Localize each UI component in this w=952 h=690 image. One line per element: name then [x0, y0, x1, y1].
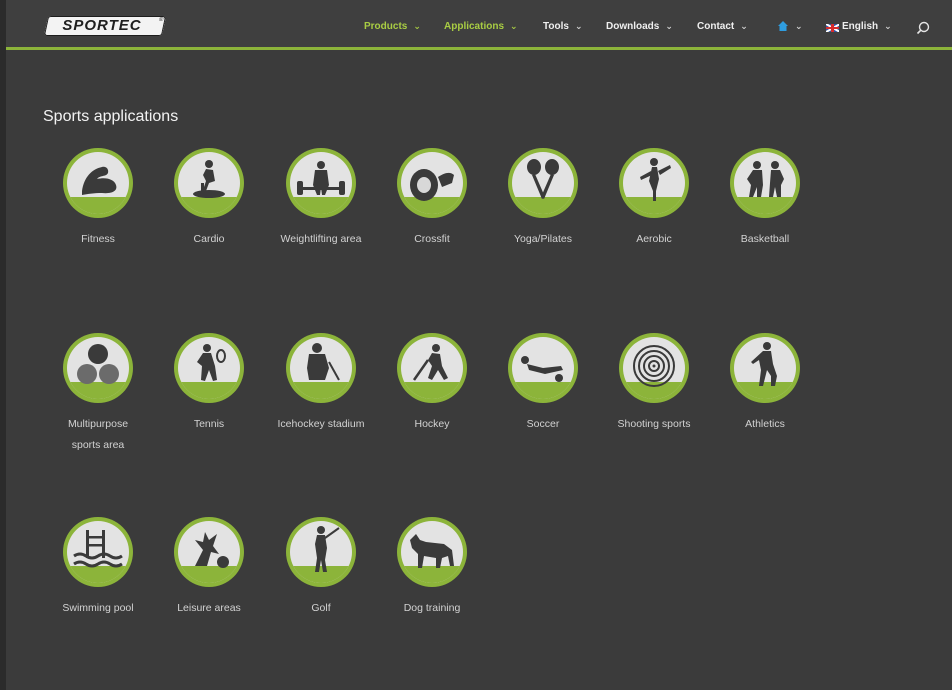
multipurpose-icon[interactable] [62, 332, 134, 404]
application-label: Multipurpose sports area [67, 418, 129, 451]
nav-applications[interactable]: Applications ⌄ [444, 21, 518, 35]
nav-applications-label: Applications [444, 21, 505, 32]
application-label: Icehockey stadium [277, 418, 365, 430]
chevron-down-icon: ⌄ [795, 21, 803, 31]
sportec-logo[interactable]: SPORTEC ® [43, 16, 167, 36]
nav-downloads[interactable]: Downloads ⌄ [606, 21, 673, 35]
application-label: Basketball [740, 233, 790, 245]
soccer-icon[interactable] [507, 332, 579, 404]
logo-mark: ® [158, 17, 164, 23]
fitness-icon[interactable] [62, 147, 134, 219]
application-label: Fitness [81, 233, 115, 245]
aerobic-icon[interactable] [618, 147, 690, 219]
hockey-icon[interactable] [396, 332, 468, 404]
page: SPORTEC ® Products ⌄ Applications ⌄ Tools ⌄… [6, 0, 952, 690]
chevron-down-icon: ⌄ [665, 21, 673, 31]
basketball-icon[interactable] [729, 147, 801, 219]
application-label: Yoga/Pilates [514, 233, 572, 245]
application-label: Shooting sports [617, 418, 691, 430]
chevron-down-icon: ⌄ [574, 21, 583, 31]
nav-tools-label: Tools [543, 21, 569, 32]
application-label: Weightlifting area [280, 233, 362, 245]
application-label: Hockey [414, 418, 450, 430]
application-label: Dog training [403, 602, 461, 614]
dog-training-icon[interactable] [396, 516, 468, 588]
shooting-icon[interactable] [618, 332, 690, 404]
nav-contact-label: Contact [697, 21, 735, 32]
weightlifting-icon[interactable] [285, 147, 357, 219]
application-label: Athletics [745, 418, 785, 430]
home-icon[interactable] [777, 20, 789, 32]
icehockey-icon[interactable] [285, 332, 357, 404]
top-navigation: SPORTEC ® Products ⌄ Applications ⌄ Tools ⌄… [6, 0, 952, 50]
chevron-down-icon: ⌄ [740, 21, 748, 31]
tennis-icon[interactable] [173, 332, 245, 404]
logo-text: SPORTEC [62, 17, 142, 34]
nav-products-label: Products [364, 21, 408, 32]
language-label: English [842, 21, 879, 32]
chevron-down-icon: ⌄ [510, 21, 518, 31]
cardio-icon[interactable] [173, 147, 245, 219]
crossfit-icon[interactable] [396, 147, 468, 219]
application-label: Aerobic [636, 233, 672, 245]
golf-icon[interactable] [285, 516, 357, 588]
nav-home-dropdown[interactable]: ⌄ [795, 21, 803, 35]
chevron-down-icon: ⌄ [413, 21, 421, 31]
nav-downloads-label: Downloads [606, 21, 660, 32]
application-label: Cardio [193, 233, 225, 245]
chevron-down-icon: ⌄ [884, 21, 892, 31]
application-label: Golf [311, 602, 331, 614]
application-label: Tennis [193, 418, 225, 430]
application-label: Crossfit [414, 233, 450, 245]
nav-contact[interactable]: Contact ⌄ [697, 21, 748, 35]
swimming-pool-icon[interactable] [62, 516, 134, 588]
application-label: Soccer [526, 418, 560, 430]
application-label: Swimming pool [62, 602, 134, 614]
language-selector[interactable]: English ⌄ [842, 21, 892, 35]
application-label: Leisure areas [177, 602, 241, 614]
nav-products[interactable]: Products ⌄ [364, 21, 421, 35]
uk-flag-icon [826, 24, 839, 32]
leisure-icon[interactable] [173, 516, 245, 588]
nav-tools[interactable]: Tools ⌄ [543, 21, 582, 35]
search-icon[interactable] [915, 20, 931, 36]
yoga-pilates-icon[interactable] [507, 147, 579, 219]
athletics-icon[interactable] [729, 332, 801, 404]
page-heading: Sports applications [43, 108, 179, 125]
